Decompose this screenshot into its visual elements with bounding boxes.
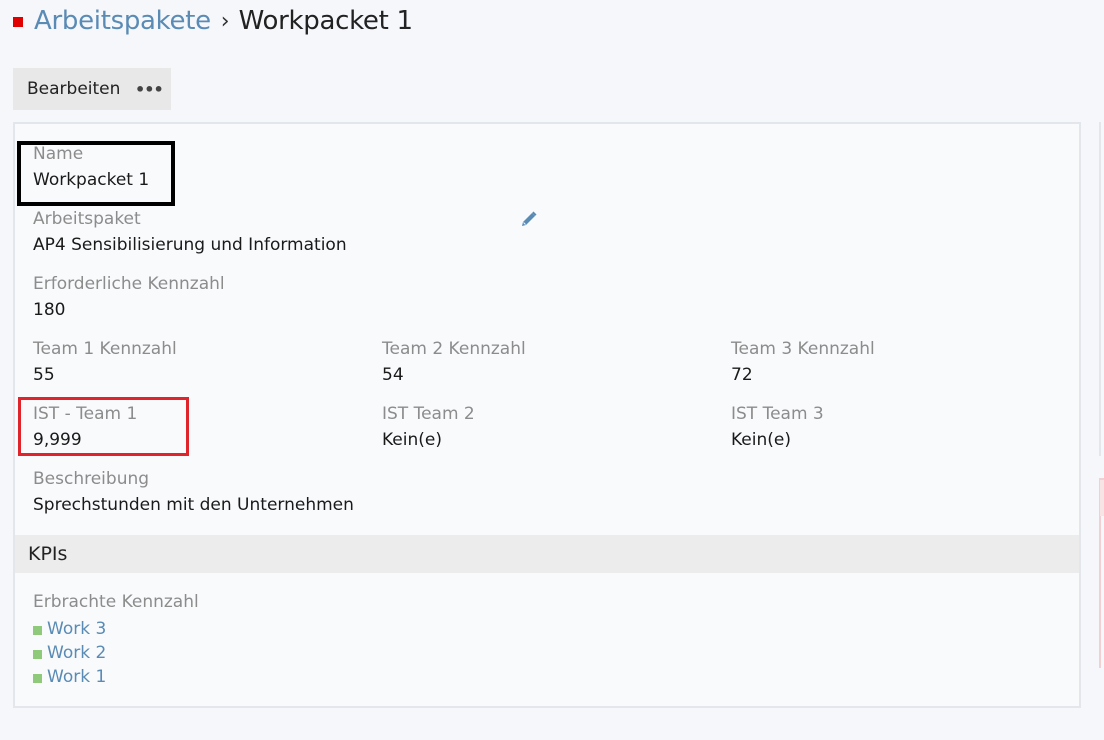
field-label: Team 2 Kennzahl bbox=[382, 339, 526, 359]
work-link[interactable]: Work 2 bbox=[47, 643, 106, 663]
work-link[interactable]: Work 1 bbox=[47, 667, 106, 687]
field-label: IST Team 3 bbox=[731, 404, 824, 424]
field-erforderliche-kennzahl: Erforderliche Kennzahl 180 bbox=[33, 273, 225, 321]
field-team1-kennzahl: Team 1 Kennzahl 55 bbox=[33, 338, 177, 386]
breadcrumb-separator: › bbox=[220, 8, 230, 34]
field-label: Beschreibung bbox=[33, 469, 150, 489]
green-square-icon bbox=[33, 649, 42, 659]
green-square-icon bbox=[33, 625, 42, 635]
kpis-title: KPIs bbox=[28, 543, 68, 565]
field-arbeitspaket: Arbeitspaket AP4 Sensibilisierung und In… bbox=[33, 208, 347, 256]
field-erbrachte-kennzahl: Erbrachte Kennzahl bbox=[33, 591, 199, 613]
field-label: Team 3 Kennzahl bbox=[731, 339, 875, 359]
list-item: Work 2 bbox=[33, 641, 106, 665]
kpis-section-header: KPIs bbox=[15, 535, 1079, 573]
toolbar: Bearbeiten ••• bbox=[13, 68, 171, 110]
field-label: Arbeitspaket bbox=[33, 209, 141, 229]
field-value: Sprechstunden mit den Unternehmen bbox=[33, 495, 354, 515]
pencil-icon[interactable] bbox=[520, 210, 538, 228]
work-link[interactable]: Work 3 bbox=[47, 619, 106, 639]
edit-button[interactable]: Bearbeiten bbox=[13, 68, 135, 110]
side-panel-edge bbox=[1099, 122, 1104, 456]
field-ist-team3: IST Team 3 Kein(e) bbox=[731, 403, 824, 451]
field-value: Kein(e) bbox=[731, 430, 791, 450]
field-ist-team2: IST Team 2 Kein(e) bbox=[382, 403, 475, 451]
field-value: 54 bbox=[382, 365, 404, 385]
field-team2-kennzahl: Team 2 Kennzahl 54 bbox=[382, 338, 526, 386]
field-team3-kennzahl: Team 3 Kennzahl 72 bbox=[731, 338, 875, 386]
field-label: Erbrachte Kennzahl bbox=[33, 592, 199, 612]
list-item: Work 3 bbox=[33, 617, 106, 641]
highlight-box-name bbox=[17, 141, 175, 206]
status-square-icon bbox=[13, 17, 23, 27]
highlight-box-ist-team1 bbox=[18, 397, 189, 456]
more-options-button[interactable]: ••• bbox=[135, 68, 164, 110]
field-value: Kein(e) bbox=[382, 430, 442, 450]
field-value: 55 bbox=[33, 365, 55, 385]
field-value: AP4 Sensibilisierung und Information bbox=[33, 235, 347, 255]
green-square-icon bbox=[33, 673, 42, 683]
field-value: 72 bbox=[731, 365, 753, 385]
field-value: 180 bbox=[33, 300, 66, 320]
breadcrumb: Arbeitspakete › Workpacket 1 bbox=[13, 4, 413, 38]
field-label: Team 1 Kennzahl bbox=[33, 339, 177, 359]
page-title: Workpacket 1 bbox=[238, 6, 413, 36]
field-label: IST Team 2 bbox=[382, 404, 475, 424]
field-label: Erforderliche Kennzahl bbox=[33, 274, 225, 294]
side-panel-accent bbox=[1100, 480, 1104, 516]
work-list: Work 3 Work 2 Work 1 bbox=[33, 617, 106, 689]
breadcrumb-link-arbeitspakete[interactable]: Arbeitspakete bbox=[34, 6, 211, 36]
list-item: Work 1 bbox=[33, 665, 106, 689]
field-beschreibung: Beschreibung Sprechstunden mit den Unter… bbox=[33, 468, 354, 516]
